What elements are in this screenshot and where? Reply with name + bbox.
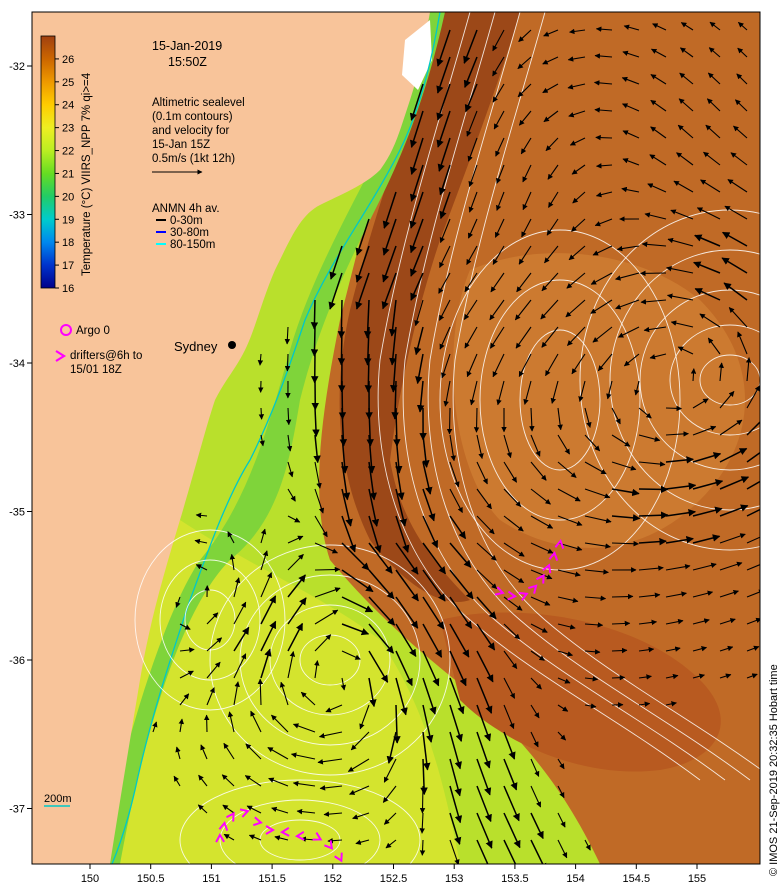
colorbar-tick-label: 26 xyxy=(62,54,74,66)
velocity-arrow xyxy=(284,353,291,372)
sst-map: 150 150.5 151 151.5 152 152.5 153 153.5 154 154.5… xyxy=(9,11,780,885)
altimetry-line-1: Altimetric sealevel xyxy=(152,97,245,109)
y-axis: -32 -33 -34 -35 -36 -37 xyxy=(9,61,32,816)
colorbar-title: Temperature (°C) VIIRS_NPP 7% qi>=4 xyxy=(81,72,93,276)
velocity-arrow xyxy=(611,620,631,627)
colorbar-tick-label: 25 xyxy=(62,77,74,89)
header-date: 15-Jan-2019 xyxy=(152,39,222,53)
x-tick-label: 152.5 xyxy=(380,873,408,885)
velocity-arrow xyxy=(310,299,319,330)
colorbar-tick-label: 20 xyxy=(62,191,74,203)
velocity-arrow xyxy=(314,566,341,573)
contour-label-200m: 200m xyxy=(44,793,72,805)
x-tick-label: 152 xyxy=(324,873,342,885)
argo-label: Argo 0 xyxy=(76,325,110,337)
x-tick-label: 154 xyxy=(566,873,584,885)
footer-credit: © IMOS 21-Sep-2019 20:32:35 Hobart time xyxy=(768,664,780,876)
velocity-arrow xyxy=(611,593,634,600)
y-tick-label: -35 xyxy=(9,507,25,519)
velocity-arrow xyxy=(419,839,426,856)
x-tick-label: 154.5 xyxy=(623,873,651,885)
anmn-depth-1: 0-30m xyxy=(170,215,203,227)
colorbar-tick-label: 16 xyxy=(62,283,74,295)
velocity-arrow xyxy=(310,326,319,357)
colorbar-tick-label: 17 xyxy=(62,260,74,272)
y-tick-label: -34 xyxy=(9,358,25,370)
velocity-arrow xyxy=(446,407,453,435)
colorbar-tick-label: 21 xyxy=(62,168,74,180)
plot-area xyxy=(32,12,760,864)
colorbar-tick-label: 23 xyxy=(62,123,74,135)
drifters-label-2: 15/01 18Z xyxy=(70,364,122,376)
sydney-marker xyxy=(228,341,236,349)
x-tick-label: 150.5 xyxy=(137,873,165,885)
x-tick-label: 153.5 xyxy=(501,873,529,885)
colorbar-tick-label: 24 xyxy=(62,100,74,112)
y-tick-label: -32 xyxy=(9,61,25,73)
anmn-depth-3: 80-150m xyxy=(170,239,215,251)
x-tick-label: 151.5 xyxy=(258,873,286,885)
altimetry-line-4: 15-Jan 15Z xyxy=(152,139,210,151)
anmn-title: ANMN 4h av. xyxy=(152,203,220,215)
y-tick-label: -33 xyxy=(9,210,25,222)
x-tick-label: 151 xyxy=(202,873,220,885)
colorbar-tick-label: 18 xyxy=(62,237,74,249)
colorbar-tick-label: 22 xyxy=(62,146,74,158)
x-axis: 150 150.5 151 151.5 152 152.5 153 153.5 154 154.5… xyxy=(81,864,706,885)
anmn-depth-2: 30-80m xyxy=(170,227,209,239)
y-tick-label: -37 xyxy=(9,804,25,816)
altimetry-line-3: and velocity for xyxy=(152,125,230,137)
x-tick-label: 150 xyxy=(81,873,99,885)
city-label-sydney: Sydney xyxy=(174,339,218,354)
velocity-arrow xyxy=(665,405,682,412)
y-tick-label: -36 xyxy=(9,655,25,667)
velocity-arrow xyxy=(611,647,628,654)
velocity-arrow xyxy=(611,674,626,681)
colorbar-bar xyxy=(40,35,56,289)
altimetry-line-5: 0.5m/s (1kt 12h) xyxy=(152,153,235,165)
drifters-label-1: drifters@6h to xyxy=(70,350,142,362)
velocity-arrow xyxy=(258,407,265,420)
velocity-arrow xyxy=(595,134,613,141)
velocity-arrow xyxy=(638,511,669,519)
altimetry-line-2: (0.1m contours) xyxy=(152,111,233,123)
velocity-arrow xyxy=(419,785,426,814)
colorbar-tick-label: 19 xyxy=(62,214,74,226)
header-time: 15:50Z xyxy=(168,55,207,69)
x-tick-label: 155 xyxy=(688,873,706,885)
x-tick-label: 153 xyxy=(445,873,463,885)
velocity-arrow xyxy=(473,407,480,433)
